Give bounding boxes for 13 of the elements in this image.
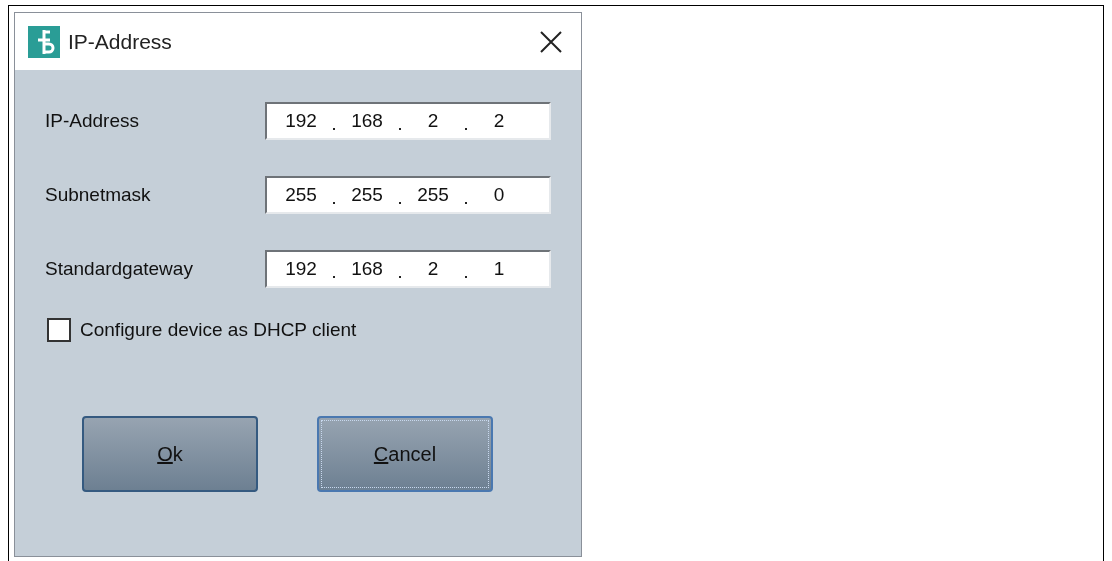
dialog-button[interactable]: Ok (82, 416, 258, 492)
window-title: IP-Address (68, 29, 173, 54)
field-label: Subnetmask (45, 184, 151, 206)
checkbox[interactable] (47, 318, 71, 342)
close-icon (540, 30, 562, 53)
checkbox-label: Configure device as DHCP client (80, 319, 357, 341)
field-label: IP-Address (45, 110, 139, 132)
ip-address-field[interactable]: 255 255 255 0 (265, 176, 551, 214)
dialog-button[interactable]: Cancel (317, 416, 493, 492)
ip-address-field[interactable]: 192 168 2 2 (265, 102, 551, 140)
field-label: Standardgateway (45, 258, 193, 280)
ip-address-field[interactable]: 192 168 2 1 (265, 250, 551, 288)
app-logo-icon (28, 25, 60, 58)
